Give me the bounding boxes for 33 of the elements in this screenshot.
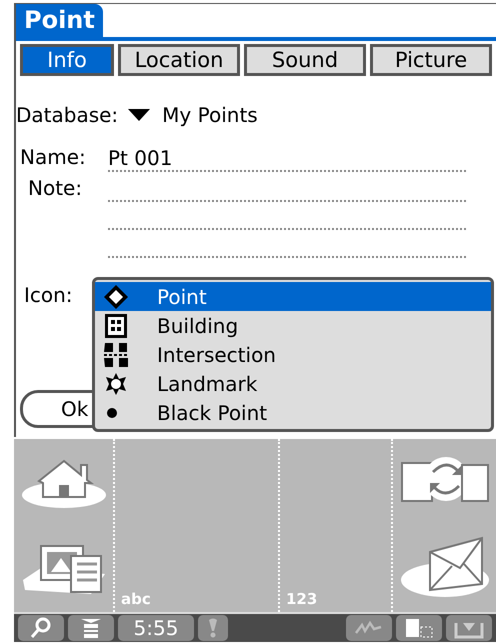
field-label: Icon: [24, 282, 73, 309]
name-field[interactable]: Pt 001 [108, 144, 466, 172]
graffiti-label: abc [121, 588, 151, 610]
alert-button[interactable] [198, 615, 228, 641]
list-item[interactable]: Intersection [95, 340, 491, 369]
dropdown-arrow-icon [128, 109, 150, 121]
window-title: Point [16, 4, 103, 37]
graffiti-label: 123 [286, 588, 318, 610]
menu-button[interactable] [68, 615, 114, 641]
search-icon [30, 617, 52, 639]
list-item[interactable]: Point [95, 282, 491, 311]
intersection-icon [103, 342, 129, 368]
alert-icon [208, 618, 218, 638]
menu-icon [79, 617, 103, 639]
rotate-screen-icon [404, 617, 434, 639]
tab[interactable]: Picture [370, 44, 492, 76]
dot-icon [107, 408, 117, 418]
graffiti-button[interactable] [346, 615, 392, 641]
search-button[interactable] [18, 615, 64, 641]
clock-button[interactable]: 5:55 [118, 615, 194, 641]
tab[interactable]: Location [118, 44, 240, 76]
database-dropdown[interactable]: My Points [128, 100, 258, 130]
tab[interactable]: Sound [244, 44, 366, 76]
list-item[interactable]: Building [95, 311, 491, 340]
field-label: Database: [16, 102, 118, 129]
tab[interactable]: Info [20, 44, 114, 76]
diamond-icon [103, 284, 129, 310]
field-label: Note: [27, 175, 84, 202]
field-label: Name: [19, 144, 87, 171]
collapse-input-button[interactable] [446, 615, 492, 641]
building-icon [103, 312, 129, 338]
star-icon [103, 370, 129, 396]
rotate-screen-button[interactable] [396, 615, 442, 641]
